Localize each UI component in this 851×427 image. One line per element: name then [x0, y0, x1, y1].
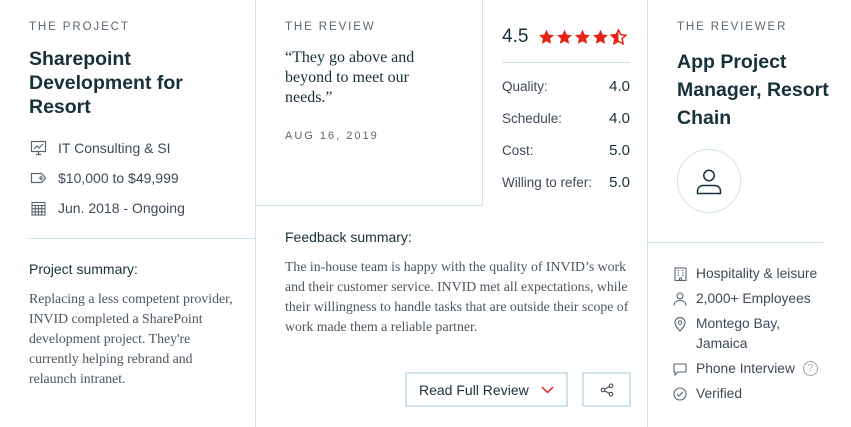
- avatar: [677, 149, 741, 213]
- rating-value: 5.0: [609, 142, 630, 159]
- reviewer-verified: Verified: [672, 384, 851, 404]
- project-timeline: Jun. 2018 - Ongoing: [29, 199, 249, 217]
- project-title: Sharepoint Development for Resort: [29, 48, 183, 118]
- project-budget: $10,000 to $49,999: [29, 169, 249, 187]
- project-budget-text: $10,000 to $49,999: [58, 170, 179, 186]
- check-circle-icon: [672, 384, 688, 404]
- chevron-down-icon: [541, 385, 554, 394]
- reviewer-review-method-text: Phone Interview: [696, 361, 795, 376]
- reviewer-location: Montego Bay, Jamaica: [672, 314, 792, 354]
- read-full-review-label: Read Full Review: [419, 381, 529, 398]
- share-icon: [600, 382, 613, 397]
- overall-rating: 4.5: [502, 26, 628, 48]
- ratings-divider: [502, 62, 630, 63]
- feedback-summary-label: Feedback summary:: [285, 229, 412, 245]
- help-icon[interactable]: ?: [802, 361, 818, 376]
- rating-quality: Quality: 4.0: [502, 78, 630, 95]
- rating-value: 4.0: [609, 78, 630, 95]
- half-star-icon: [610, 29, 628, 45]
- reviewer-title: App Project Manager, Resort Chain: [677, 51, 829, 129]
- rating-schedule: Schedule: 4.0: [502, 110, 630, 127]
- chat-bubble-icon: [672, 359, 688, 379]
- project-service: IT Consulting & SI: [29, 139, 249, 157]
- feedback-summary-text: The in-house team is happy with the qual…: [285, 259, 629, 334]
- star-icon: [539, 29, 555, 44]
- reviewer-review-method: Phone Interview ?: [672, 359, 851, 379]
- reviewer-verified-text: Verified: [696, 386, 743, 401]
- star-icon: [575, 29, 591, 44]
- star-rating: [538, 29, 628, 45]
- rating-label: Schedule:: [502, 111, 563, 126]
- reviewer-company-size-text: 2,000+ Employees: [696, 291, 811, 306]
- location-pin-icon: [672, 314, 688, 334]
- reviewer-eyebrow: THE REVIEWER: [677, 21, 788, 33]
- ratings-panel: 4.5 Quality: 4.0 Schedule: 4.0 Cost: 5.0…: [482, 0, 648, 206]
- person-icon: [672, 289, 688, 309]
- review-date: AUG 16, 2019: [285, 130, 379, 142]
- reviewer-column: THE REVIEWER App Project Manager, Resort…: [648, 0, 851, 427]
- reviewer-industry-text: Hospitality & leisure: [696, 266, 818, 281]
- project-summary-label: Project summary:: [29, 261, 138, 277]
- project-timeline-text: Jun. 2018 - Ongoing: [58, 200, 185, 216]
- reviewer-company-size: 2,000+ Employees: [672, 289, 851, 309]
- building-icon: [672, 264, 688, 284]
- rating-value: 4.0: [609, 110, 630, 127]
- rating-cost: Cost: 5.0: [502, 142, 630, 159]
- rating-value: 5.0: [609, 174, 630, 191]
- calendar-icon: [29, 199, 47, 217]
- read-full-review-button[interactable]: Read Full Review: [405, 372, 568, 407]
- price-tag-icon: [29, 169, 47, 187]
- star-icon: [593, 29, 609, 44]
- project-summary-text: Replacing a less competent provider, INV…: [29, 291, 233, 386]
- reviewer-industry: Hospitality & leisure: [672, 264, 851, 284]
- project-divider: [29, 238, 255, 239]
- project-column: THE PROJECT Sharepoint Development for R…: [0, 0, 256, 427]
- rating-label: Quality:: [502, 79, 548, 94]
- user-icon: [696, 169, 722, 195]
- rating-willing-to-refer: Willing to refer: 5.0: [502, 174, 630, 191]
- rating-label: Willing to refer:: [502, 175, 593, 190]
- star-icon: [557, 29, 573, 44]
- rating-label: Cost:: [502, 143, 534, 158]
- reviewer-location-text: Montego Bay, Jamaica: [696, 316, 781, 351]
- review-eyebrow: THE REVIEW: [285, 21, 376, 33]
- reviewer-divider: [648, 242, 823, 243]
- review-divider: [256, 205, 482, 206]
- presentation-icon: [29, 139, 47, 157]
- project-eyebrow: THE PROJECT: [29, 21, 130, 33]
- project-service-text: IT Consulting & SI: [58, 140, 171, 156]
- review-column: THE REVIEW “They go above and beyond to …: [256, 0, 648, 427]
- share-button[interactable]: [582, 372, 631, 407]
- review-quote: “They go above and beyond to meet our ne…: [285, 49, 415, 106]
- overall-rating-number: 4.5: [502, 26, 529, 47]
